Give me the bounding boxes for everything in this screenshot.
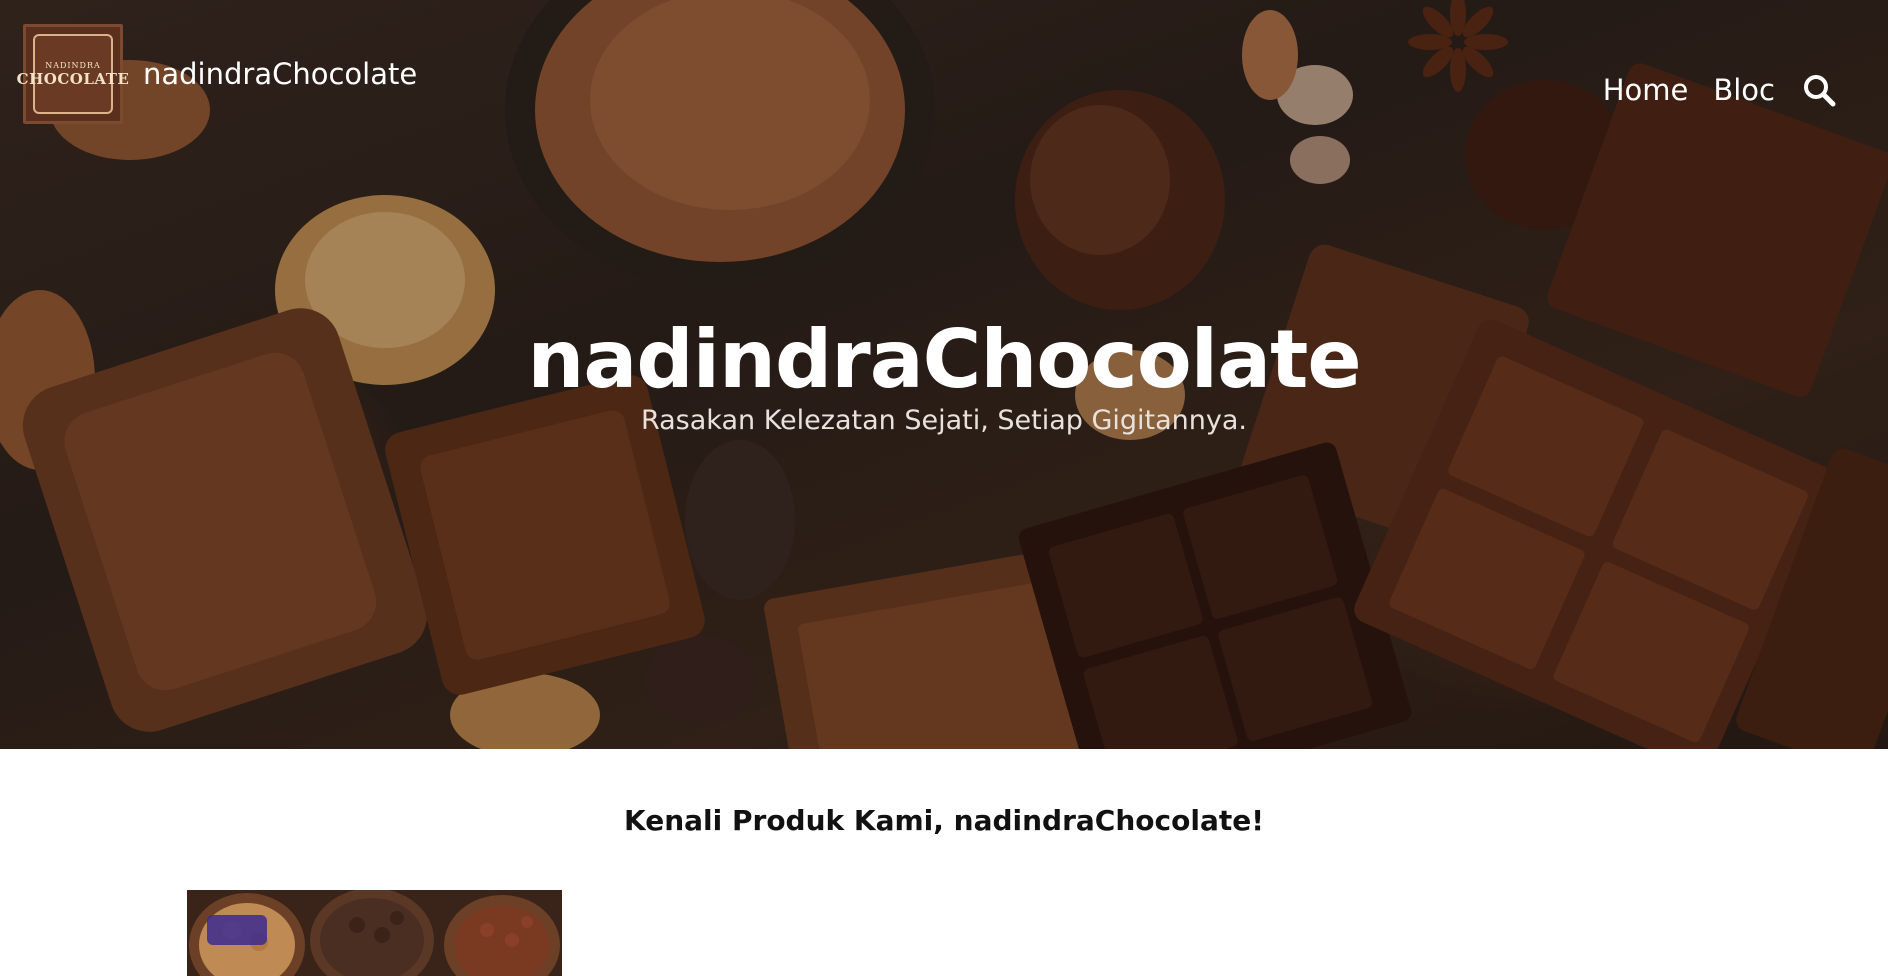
site-name[interactable]: nadindraChocolate <box>143 56 417 92</box>
hero-subtitle: Rasakan Kelezatan Sejati, Setiap Gigitan… <box>640 405 1248 436</box>
search-icon[interactable] <box>1802 73 1836 107</box>
products-heading: Kenali Produk Kami, nadindraChocolate! <box>624 804 1264 837</box>
product-image[interactable] <box>187 890 562 976</box>
product-image-art <box>187 890 562 976</box>
hero-title: nadindraChocolate <box>527 313 1361 406</box>
nav-bloc[interactable]: Bloc <box>1713 70 1775 110</box>
logo-line2: CHOCOLATE <box>16 69 130 88</box>
main-nav: Home Bloc <box>1603 70 1836 110</box>
logo-badge: NADINDRA CHOCOLATE <box>17 34 129 114</box>
logo-line1: NADINDRA <box>45 60 101 70</box>
hero-banner: NADINDRA CHOCOLATE nadindraChocolate Hom… <box>0 0 1888 749</box>
nav-home[interactable]: Home <box>1603 70 1689 110</box>
site-logo[interactable]: NADINDRA CHOCOLATE <box>17 24 129 124</box>
